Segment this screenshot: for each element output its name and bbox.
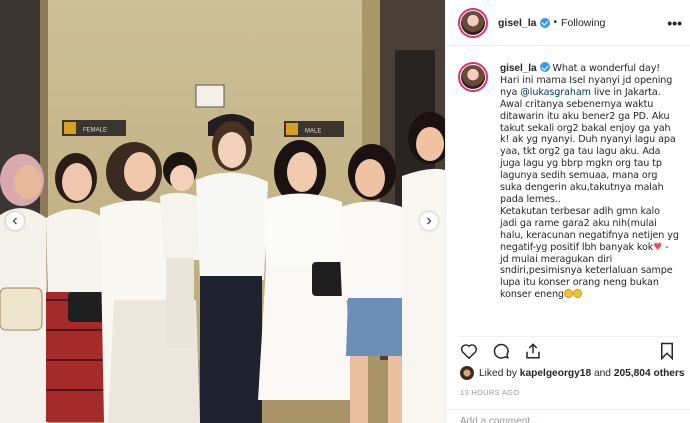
caption-first-line: What a wonderful day!	[552, 63, 661, 74]
heart-emoji-icon: ♥	[653, 241, 663, 253]
caption-line: halu, keracunan negatifnya netijen yg	[500, 229, 679, 241]
caption-username[interactable]: gisel_la	[500, 63, 537, 74]
following-button[interactable]: Following	[561, 17, 605, 29]
chevron-left-icon	[12, 217, 17, 225]
caption-line: Hari ini mama Isel nyanyi jd opening	[500, 74, 673, 86]
caption-line: -	[662, 241, 669, 253]
caption-line: takut sekali org2 bakal enjoy ga yah	[500, 122, 671, 134]
liked-by-user[interactable]: kapelgeorgy18	[520, 368, 591, 379]
caption-line: suka dengerin aku,takutnya malah	[500, 182, 664, 194]
bookmark-icon	[661, 342, 673, 360]
verified-badge-icon	[539, 17, 550, 28]
caption-line: juga lagu yg bbrp mgkn org tau tp	[500, 158, 662, 170]
comment-button[interactable]	[490, 341, 512, 361]
caption-line: lupa itu konser orang neng bukan	[500, 277, 659, 289]
likes-prefix: Liked by	[479, 367, 520, 379]
caption-avatar[interactable]	[458, 62, 488, 92]
liker-avatar[interactable]	[460, 366, 474, 380]
caption-line: nya	[500, 86, 521, 98]
verified-badge-icon	[539, 62, 550, 72]
female-sign-text: FEMALE	[83, 128, 107, 134]
heart-icon	[460, 343, 478, 359]
caption-line: pada lemes..	[500, 193, 561, 205]
likes-count[interactable]: 205,804 others	[614, 368, 685, 379]
separator-dot: •	[553, 17, 558, 28]
caption-line: konser eneng	[500, 289, 564, 301]
caption-line: Awal critanya sebenernya waktu	[500, 98, 654, 110]
save-button[interactable]	[656, 341, 678, 361]
action-bar	[458, 336, 678, 360]
caption: gisel_la What a wonderful day! Hari ini …	[446, 46, 690, 333]
caption-line: live in Jakarta.	[593, 86, 661, 98]
caption-line: yaa, tkt org2 ga tau lagu aku. Ada	[500, 146, 661, 158]
comment-icon	[493, 343, 509, 359]
mention-link[interactable]: @lukasgraham	[520, 87, 591, 98]
caption-line: ditawarin itu aku bener2 ga PD. Aku	[500, 110, 670, 122]
comment-input[interactable]: Add a comment...	[446, 409, 690, 423]
post-timestamp: 13 HOURS AGO	[460, 388, 520, 397]
share-button[interactable]	[522, 341, 544, 361]
carousel-prev-button[interactable]	[6, 212, 24, 230]
more-options-icon[interactable]: •••	[667, 16, 682, 30]
likes-joiner: and	[591, 367, 614, 379]
share-icon	[526, 342, 540, 358]
post-photo-illustration: FEMALE MALE	[0, 0, 445, 423]
carousel-next-button[interactable]	[420, 212, 438, 230]
caption-line: jadi ga rame gara2 aku nih(mulai	[500, 217, 657, 229]
smiley-emoji-icon	[572, 289, 582, 299]
post-photo[interactable]: FEMALE MALE	[0, 0, 445, 423]
caption-line: lagunya sedih semuaa, mana org	[500, 170, 658, 182]
male-sign-text: MALE	[305, 129, 321, 135]
caption-line: sndiri,pesimisnya keterlaluan sampe	[500, 265, 673, 277]
header-username[interactable]: gisel_la	[498, 17, 537, 29]
caption-text: gisel_la What a wonderful day! Hari ini …	[500, 62, 679, 333]
likes-summary: Liked by kapelgeorgy18 and 205,804 other…	[460, 366, 685, 380]
smiley-emoji-icon	[563, 289, 573, 299]
post-sidebar: gisel_la • Following ••• gisel_la What a…	[445, 0, 690, 423]
caption-line: jd mulai meragukan diri	[500, 253, 613, 265]
chevron-right-icon	[427, 217, 432, 225]
like-button[interactable]	[458, 341, 480, 361]
caption-line: negatif-yg positif lbh banyak kok	[500, 241, 654, 253]
caption-line: Ketakutan terbesar adlh gmn kalo	[500, 205, 660, 217]
caption-line: k! ak yg nyanyi. Duh nyanyi lagu apa	[500, 134, 676, 146]
avatar[interactable]	[458, 7, 488, 38]
post-header: gisel_la • Following •••	[446, 0, 690, 46]
